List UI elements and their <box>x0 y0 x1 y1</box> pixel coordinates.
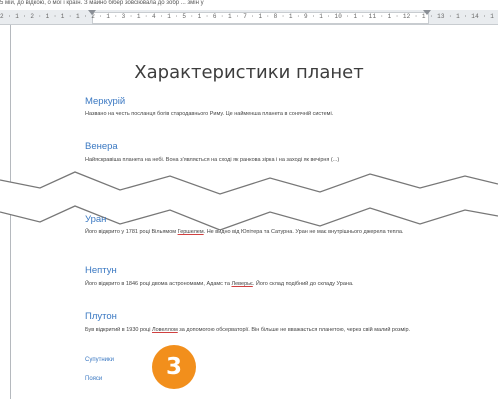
heading-pluto: Плутон <box>85 311 117 322</box>
step-number-badge: 3 <box>152 345 196 389</box>
paragraph-mercury: Названо на честь посланця богів стародав… <box>85 111 334 117</box>
heading-mercury: Меркурій <box>85 96 126 107</box>
spelling-error[interactable]: Леверьє <box>231 281 252 287</box>
text-run: Його відкрито в 1846 році двома астроном… <box>85 281 232 287</box>
text-run: . Не видно від Юпітера та Сатурна. Уран … <box>203 229 404 235</box>
heading-uranus: Уран <box>85 214 107 225</box>
heading-neptune: Нептун <box>85 265 117 276</box>
paragraph-pluto: Був відкритий в 1930 році Ловеллом за до… <box>85 326 425 334</box>
spelling-error[interactable]: Гершелем <box>178 229 204 235</box>
spelling-error[interactable]: Ловеллом <box>152 327 178 333</box>
text-run: Його відкрито у 1781 році Вільямом <box>85 229 178 235</box>
document-title: Характеристики планет <box>134 62 364 83</box>
paragraph-uranus: Його відкрито у 1781 році Вільямом Герше… <box>85 228 425 236</box>
page-tear-break <box>0 171 498 230</box>
paragraph-neptune: Його відкрито в 1846 році двома астроном… <box>85 280 425 288</box>
document-page[interactable]: Характеристики планет Меркурій Названо н… <box>0 0 498 399</box>
link-satellites[interactable]: Супутники <box>85 357 114 363</box>
text-run: . Його склад подібний до складу Урана. <box>252 281 354 287</box>
text-run: Був відкритий в 1930 році <box>85 327 153 333</box>
link-belts[interactable]: Пояси <box>85 376 102 382</box>
text-run: за допомогою обсерваторії. Він більше не… <box>177 327 411 333</box>
